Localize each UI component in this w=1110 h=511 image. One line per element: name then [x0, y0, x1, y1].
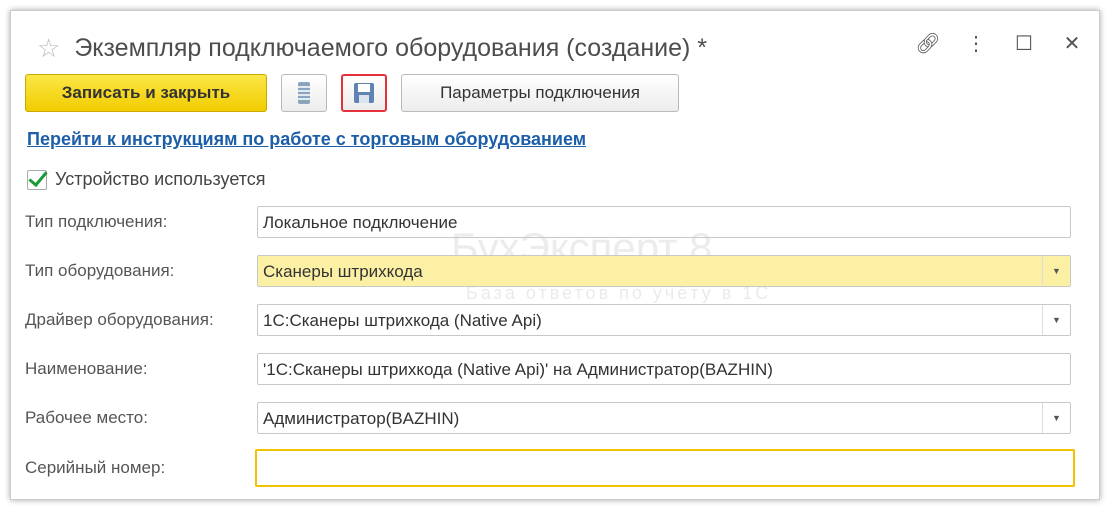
save-and-close-button[interactable]: Записать и закрыть	[25, 74, 267, 112]
device-used-checkbox[interactable]: Устройство используется	[27, 169, 266, 190]
dropdown-arrow-icon[interactable]: ▼	[1042, 403, 1070, 433]
dropdown-arrow-icon[interactable]: ▼	[1042, 256, 1070, 286]
floppy-disk-icon	[354, 83, 374, 103]
link-icon[interactable]: 🔗︎	[915, 31, 941, 56]
equipment-form-window: ☆ Экземпляр подключаемого оборудования (…	[10, 10, 1100, 500]
maximize-icon[interactable]: ☐	[1011, 31, 1037, 56]
serial-number-input[interactable]	[255, 449, 1075, 487]
connection-parameters-button[interactable]: Параметры подключения	[401, 74, 679, 112]
equipment-type-row: Тип оборудования: Сканеры штрихкода ▼	[25, 255, 1071, 287]
workplace-row: Рабочее место: Администратор(BAZHIN) ▼	[25, 402, 1071, 434]
connection-type-row: Тип подключения: Локальное подключение	[25, 206, 1071, 238]
star-icon[interactable]: ☆	[37, 33, 60, 64]
serial-number-row: Серийный номер:	[25, 449, 1075, 487]
workplace-select[interactable]: Администратор(BAZHIN) ▼	[257, 402, 1071, 434]
driver-row: Драйвер оборудования: 1С:Сканеры штрихко…	[25, 304, 1071, 336]
list-icon	[298, 82, 310, 104]
close-icon[interactable]: ✕	[1059, 31, 1085, 56]
window-title: ☆ Экземпляр подключаемого оборудования (…	[37, 33, 707, 64]
list-button[interactable]	[281, 74, 327, 112]
driver-select[interactable]: 1С:Сканеры штрихкода (Native Api) ▼	[257, 304, 1071, 336]
equipment-type-select[interactable]: Сканеры штрихкода ▼	[257, 255, 1071, 287]
save-button[interactable]	[341, 74, 387, 112]
checkbox-checked-icon[interactable]	[27, 169, 47, 190]
more-icon[interactable]: ⋮	[963, 31, 989, 56]
connection-type-field[interactable]: Локальное подключение	[257, 206, 1071, 238]
name-row: Наименование: '1С:Сканеры штрихкода (Nat…	[25, 353, 1071, 385]
name-input[interactable]: '1С:Сканеры штрихкода (Native Api)' на А…	[257, 353, 1071, 385]
dropdown-arrow-icon[interactable]: ▼	[1042, 305, 1070, 335]
instructions-link[interactable]: Перейти к инструкциям по работе с торгов…	[27, 129, 586, 150]
